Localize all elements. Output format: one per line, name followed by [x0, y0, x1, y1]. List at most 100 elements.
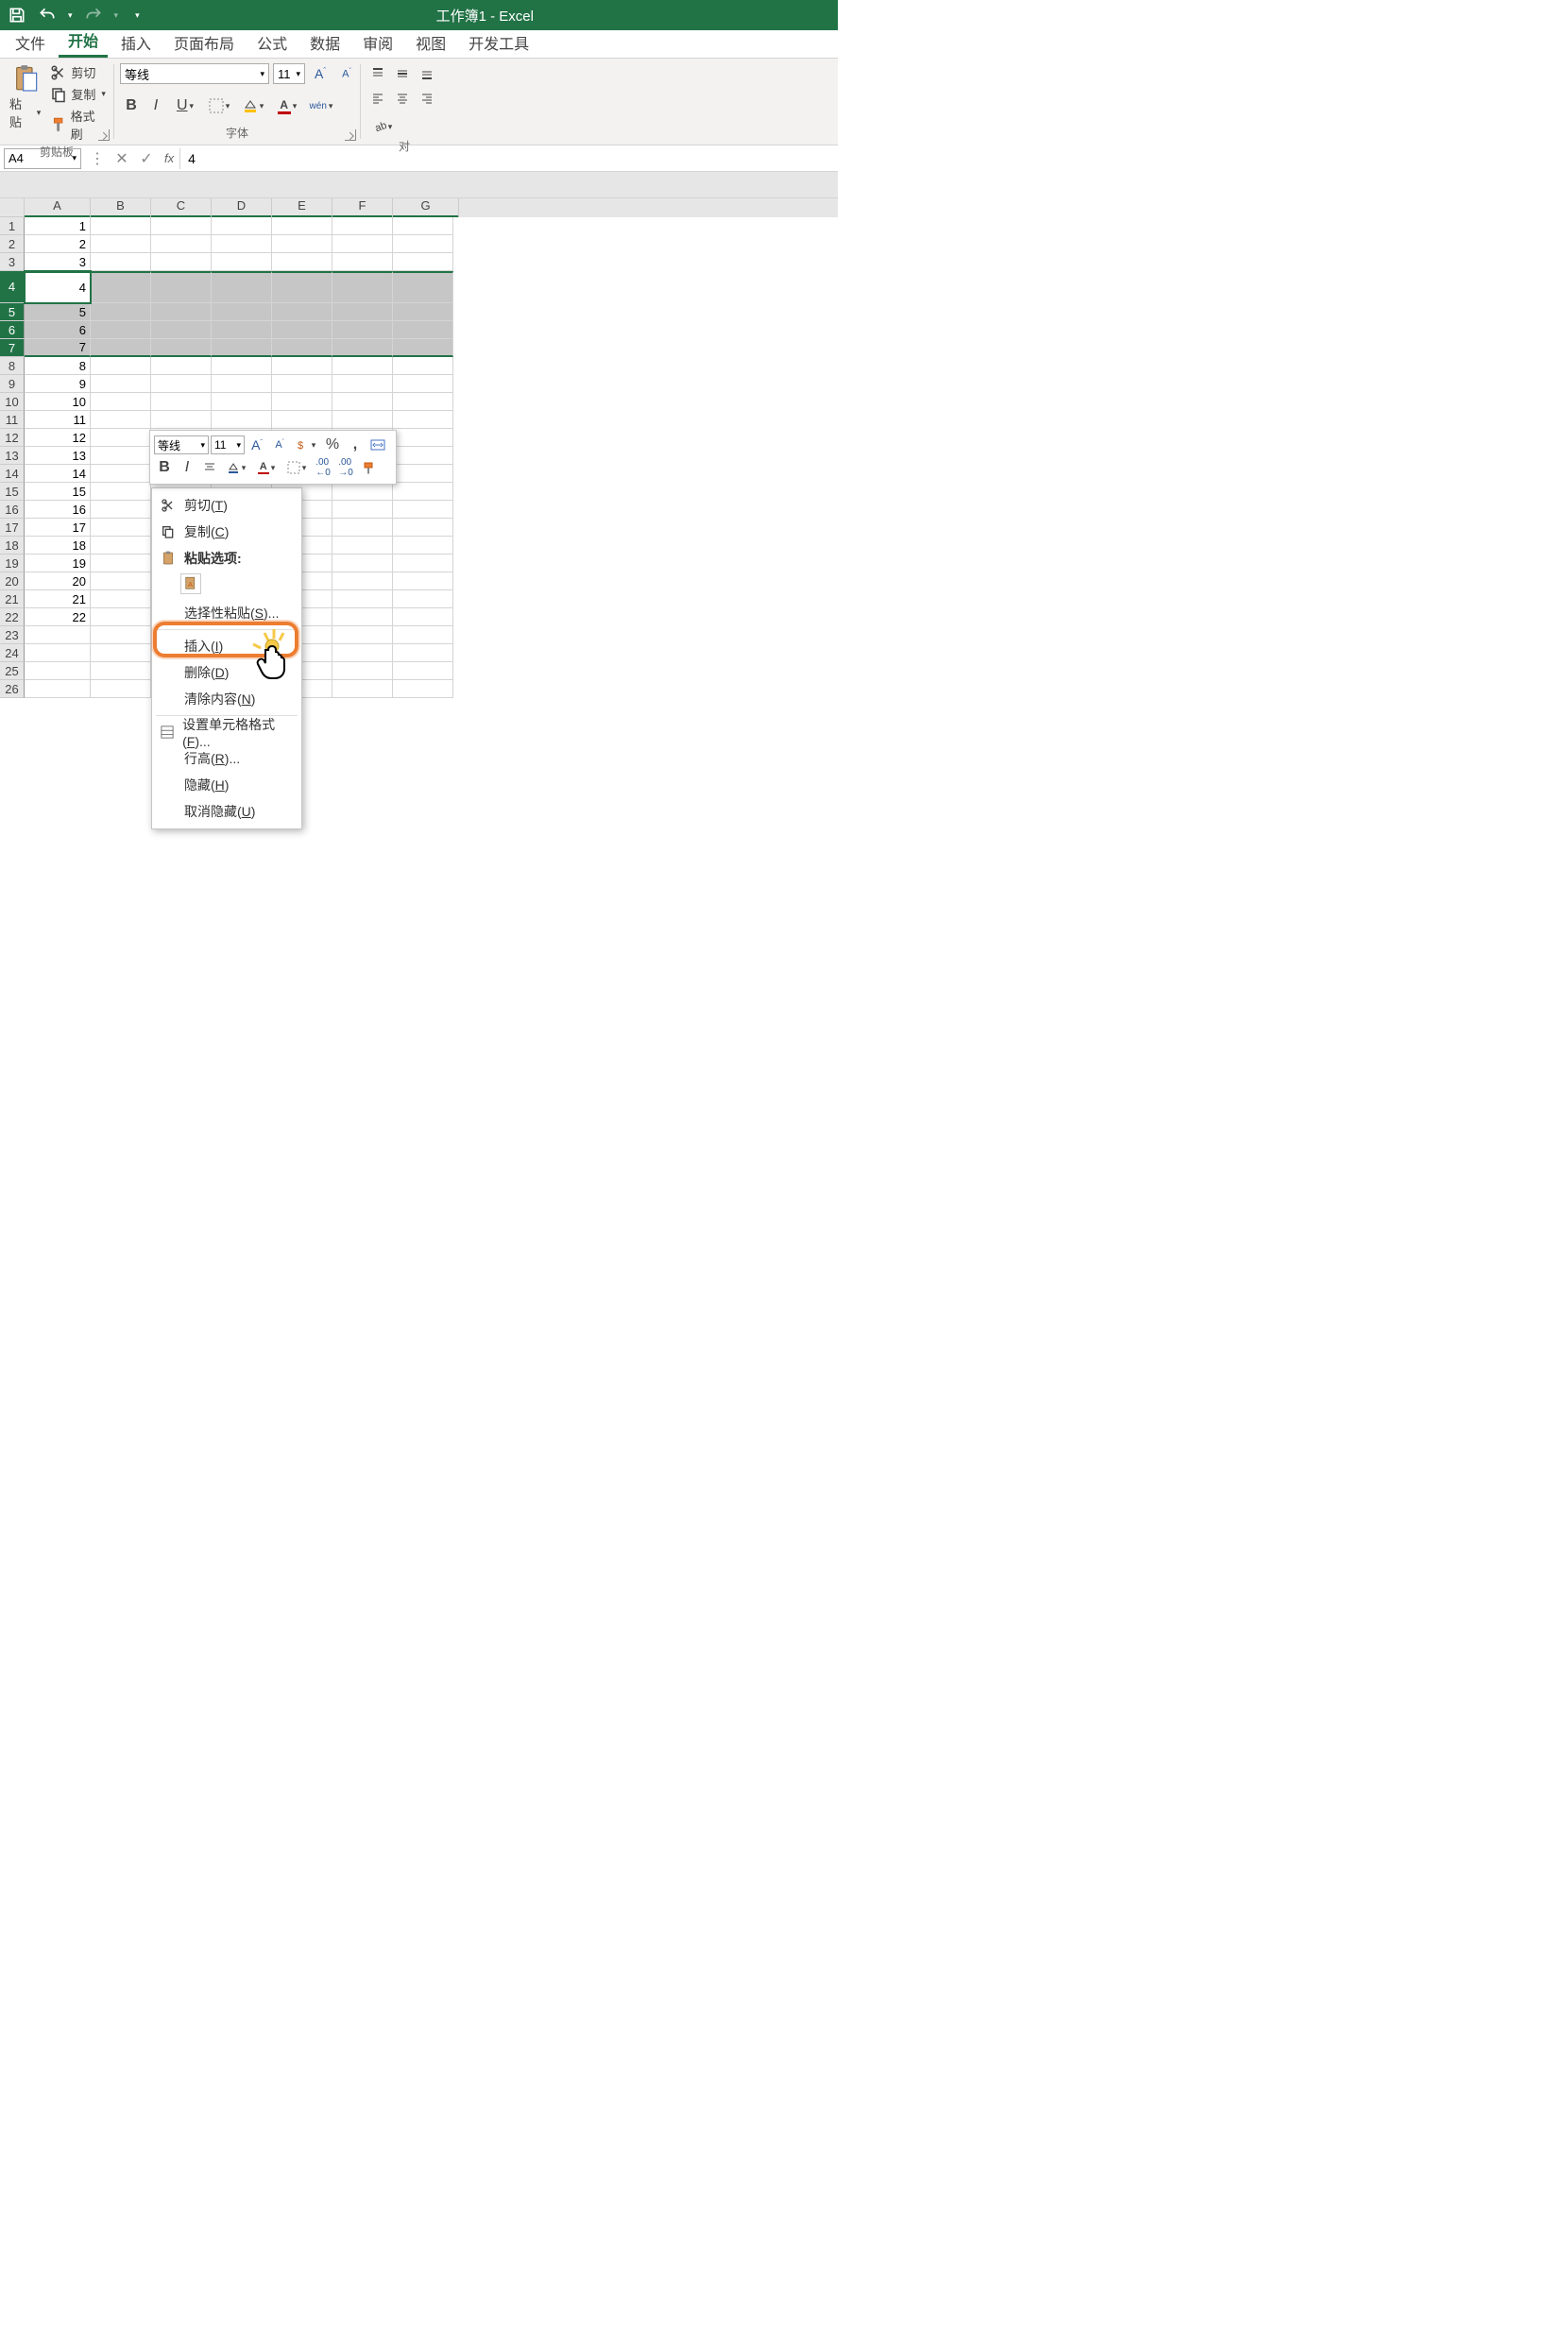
cell[interactable]: [91, 537, 151, 555]
cm-unhide[interactable]: 取消隐藏(U): [152, 798, 301, 825]
cell[interactable]: [212, 321, 272, 339]
tab-page-layout[interactable]: 页面布局: [164, 27, 244, 58]
cm-format-cells[interactable]: 设置单元格格式(F)...: [152, 719, 301, 745]
cell[interactable]: 6: [25, 321, 91, 339]
row-header[interactable]: 8: [0, 357, 25, 375]
cell[interactable]: [332, 608, 393, 626]
row-header[interactable]: 9: [0, 375, 25, 393]
cell[interactable]: [91, 626, 151, 644]
cell[interactable]: [332, 357, 393, 375]
cell[interactable]: [393, 680, 453, 698]
cell[interactable]: [332, 393, 393, 411]
cell[interactable]: 3: [25, 253, 91, 271]
cell[interactable]: [393, 339, 453, 357]
cm-paste-option-all[interactable]: A: [180, 573, 201, 594]
bold-button[interactable]: B: [120, 94, 143, 117]
cut-button[interactable]: 剪切: [48, 62, 108, 82]
enter-icon[interactable]: ✓: [136, 148, 157, 169]
undo-icon[interactable]: [38, 6, 57, 25]
cell[interactable]: [91, 375, 151, 393]
row-header[interactable]: 19: [0, 555, 25, 572]
tab-formulas[interactable]: 公式: [247, 27, 297, 58]
italic-button[interactable]: I: [145, 94, 167, 117]
borders-button[interactable]: ▾: [203, 94, 235, 117]
mini-percent[interactable]: %: [322, 435, 343, 455]
cell[interactable]: [212, 253, 272, 271]
cell[interactable]: [91, 321, 151, 339]
row-header[interactable]: 11: [0, 411, 25, 429]
cell[interactable]: [272, 271, 332, 303]
cm-clear[interactable]: 清除内容(N): [152, 686, 301, 712]
cell[interactable]: 7: [25, 339, 91, 357]
font-color-button[interactable]: A▾: [271, 94, 303, 117]
cell[interactable]: 22: [25, 608, 91, 626]
column-header[interactable]: A: [25, 198, 91, 217]
row-header[interactable]: 1: [0, 217, 25, 235]
row-header[interactable]: 6: [0, 321, 25, 339]
cell[interactable]: [91, 465, 151, 483]
row-header[interactable]: 16: [0, 501, 25, 519]
column-header[interactable]: F: [332, 198, 393, 217]
row-header[interactable]: 7: [0, 339, 25, 357]
clipboard-dialog-launcher[interactable]: [98, 129, 110, 141]
cell[interactable]: [25, 662, 91, 680]
cell[interactable]: 11: [25, 411, 91, 429]
cell[interactable]: 13: [25, 447, 91, 465]
cell[interactable]: [91, 572, 151, 590]
align-center-button[interactable]: [391, 87, 414, 110]
cell[interactable]: [91, 555, 151, 572]
mini-fill-color[interactable]: ▾: [222, 457, 250, 478]
cell[interactable]: [332, 555, 393, 572]
cell[interactable]: [332, 321, 393, 339]
cell[interactable]: [151, 339, 212, 357]
cell[interactable]: [91, 411, 151, 429]
cancel-icon[interactable]: ✕: [111, 148, 132, 169]
cell[interactable]: [272, 375, 332, 393]
cell[interactable]: [393, 321, 453, 339]
cell[interactable]: [91, 680, 151, 698]
cell[interactable]: [393, 447, 453, 465]
align-bottom-button[interactable]: [416, 62, 438, 85]
cell[interactable]: [272, 357, 332, 375]
cm-paste-special[interactable]: 选择性粘贴(S)...: [152, 600, 301, 626]
cell[interactable]: [332, 519, 393, 537]
row-header[interactable]: 14: [0, 465, 25, 483]
row-header[interactable]: 5: [0, 303, 25, 321]
cell[interactable]: [91, 217, 151, 235]
cm-delete[interactable]: 删除(D): [152, 659, 301, 686]
cell[interactable]: [25, 644, 91, 662]
cell[interactable]: [332, 644, 393, 662]
cell[interactable]: [393, 393, 453, 411]
row-header[interactable]: 12: [0, 429, 25, 447]
row-header[interactable]: 17: [0, 519, 25, 537]
tab-home[interactable]: 开始: [59, 25, 108, 58]
cell[interactable]: [91, 590, 151, 608]
cell[interactable]: [91, 253, 151, 271]
cell[interactable]: [91, 501, 151, 519]
cell[interactable]: [332, 680, 393, 698]
cell[interactable]: [393, 572, 453, 590]
cell[interactable]: 17: [25, 519, 91, 537]
mini-size-combo[interactable]: 11▾: [211, 435, 245, 454]
cell[interactable]: [393, 235, 453, 253]
row-header[interactable]: 15: [0, 483, 25, 501]
cell[interactable]: [151, 253, 212, 271]
cell[interactable]: [332, 662, 393, 680]
cell[interactable]: 10: [25, 393, 91, 411]
column-header[interactable]: C: [151, 198, 212, 217]
cell[interactable]: [393, 303, 453, 321]
cell[interactable]: [272, 235, 332, 253]
cell[interactable]: [151, 411, 212, 429]
cell[interactable]: [332, 375, 393, 393]
mini-font-color[interactable]: A▾: [252, 457, 281, 478]
cell[interactable]: [272, 411, 332, 429]
cm-cut[interactable]: 剪切(T): [152, 492, 301, 519]
cell[interactable]: 14: [25, 465, 91, 483]
cell[interactable]: [332, 572, 393, 590]
column-header[interactable]: E: [272, 198, 332, 217]
select-all-corner[interactable]: [0, 198, 25, 217]
cell[interactable]: [212, 339, 272, 357]
tab-data[interactable]: 数据: [300, 27, 349, 58]
cell[interactable]: 12: [25, 429, 91, 447]
cell[interactable]: [393, 357, 453, 375]
